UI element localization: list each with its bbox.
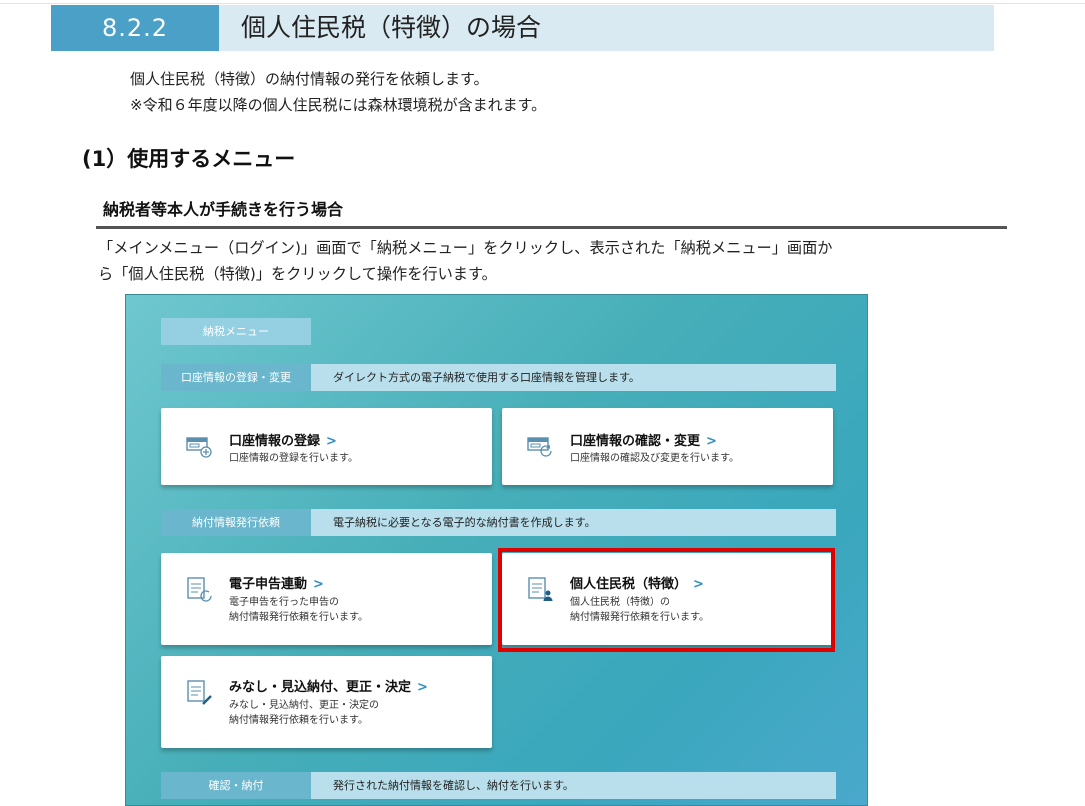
card-description: 電子申告を行った申告の 納付情報発行依頼を行います。: [229, 597, 368, 623]
card-title: 口座情報の登録 >: [229, 434, 337, 449]
section-number: 8.2.2: [51, 5, 219, 51]
category-label: 口座情報の登録・変更: [161, 364, 311, 391]
card-description: みなし・見込納付、更正・決定の 納付情報発行依頼を行います。: [229, 700, 379, 726]
document-refresh-icon: [187, 577, 212, 602]
card-title: 口座情報の確認・変更 >: [570, 434, 717, 449]
highlight-box: [498, 548, 835, 652]
category-account-bar: 口座情報の登録・変更 ダイレクト方式の電子納税で使用する口座情報を管理します。: [161, 364, 836, 391]
chevron-right-icon: >: [313, 577, 324, 592]
chevron-right-icon: >: [706, 434, 717, 449]
description-line-2: ら「個人住民税（特徴)」をクリックして操作を行います。: [98, 265, 497, 283]
chevron-right-icon: >: [417, 680, 428, 695]
case-heading-rule: [96, 226, 1007, 229]
card-description: 口座情報の確認及び変更を行います。: [570, 453, 739, 464]
description-text: 「メインメニュー（ログイン)」画面で「納税メニュー」をクリックし、表示された「納…: [98, 235, 1008, 287]
card-description: 口座情報の登録を行います。: [229, 453, 358, 464]
category-description: ダイレクト方式の電子納税で使用する口座情報を管理します。: [333, 371, 640, 384]
tax-menu-tag: 納税メニュー: [161, 318, 311, 345]
section-header: 8.2.2 個人住民税（特徴）の場合: [51, 5, 994, 51]
bank-add-icon: [186, 437, 212, 458]
section-title: 個人住民税（特徴）の場合: [241, 13, 542, 42]
intro-line-2: ※令和６年度以降の個人住民税には森林環境税が含まれます。: [130, 96, 547, 114]
card-title: 電子申告連動 >: [229, 577, 324, 592]
category-confirm-pay-bar: 確認・納付 発行された納付情報を確認し、納付を行います。: [161, 772, 836, 799]
document-edit-icon: [187, 680, 212, 705]
bank-refresh-icon: [527, 437, 552, 457]
card-account-register[interactable]: 口座情報の登録 > 口座情報の登録を行います。: [161, 408, 492, 485]
category-description: 電子納税に必要となる電子的な納付書を作成します。: [333, 516, 596, 529]
card-e-filing-link[interactable]: 電子申告連動 > 電子申告を行った申告の 納付情報発行依頼を行います。: [161, 553, 492, 645]
subsection-heading: (1）使用するメニュー: [82, 147, 296, 171]
case-heading: 納税者等本人が手続きを行う場合: [103, 200, 344, 219]
tax-menu-screenshot: 納税メニュー 口座情報の登録・変更 ダイレクト方式の電子納税で使用する口座情報を…: [125, 294, 868, 806]
card-account-confirm-change[interactable]: 口座情報の確認・変更 > 口座情報の確認及び変更を行います。: [502, 408, 833, 485]
top-divider: [0, 3, 1085, 4]
chevron-right-icon: >: [326, 434, 337, 449]
card-title: みなし・見込納付、更正・決定 >: [229, 680, 428, 695]
category-payment-info-bar: 納付情報発行依頼 電子納税に必要となる電子的な納付書を作成します。: [161, 509, 836, 536]
category-label: 納付情報発行依頼: [161, 509, 311, 536]
intro-text: 個人住民税（特徴）の納付情報の発行を依頼します。 ※令和６年度以降の個人住民税に…: [130, 66, 546, 118]
category-description: 発行された納付情報を確認し、納付を行います。: [333, 779, 574, 792]
card-deemed-estimated-payment[interactable]: みなし・見込納付、更正・決定 > みなし・見込納付、更正・決定の 納付情報発行依頼…: [161, 656, 492, 748]
category-label: 確認・納付: [161, 772, 311, 799]
intro-line-1: 個人住民税（特徴）の納付情報の発行を依頼します。: [130, 70, 489, 88]
description-line-1: 「メインメニュー（ログイン)」画面で「納税メニュー」をクリックし、表示された「納…: [98, 239, 833, 257]
